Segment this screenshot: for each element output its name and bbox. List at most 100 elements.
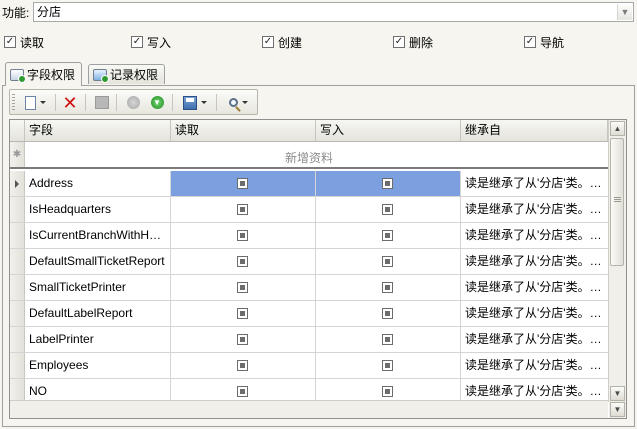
write-checkbox-icon[interactable] <box>382 359 393 371</box>
column-header-read[interactable]: 读取 <box>171 120 316 141</box>
row-indicator[interactable] <box>10 249 25 274</box>
tab-field-permissions[interactable]: 字段权限 <box>5 62 83 86</box>
field-cell[interactable]: Employees <box>25 353 171 378</box>
write-cell[interactable] <box>316 223 461 248</box>
field-cell[interactable]: Address <box>25 171 171 196</box>
write-checkbox-icon[interactable] <box>382 385 393 397</box>
row-indicator[interactable] <box>10 327 25 352</box>
inherit-cell[interactable]: 读是继承了从'分店'类。… <box>461 171 608 196</box>
read-checkbox-icon[interactable] <box>237 203 248 215</box>
row-indicator[interactable] <box>10 275 25 300</box>
inherit-cell[interactable]: 读是继承了从'分店'类。… <box>461 249 608 274</box>
column-header-inherit[interactable]: 继承自 <box>461 120 608 141</box>
write-cell[interactable] <box>316 275 461 300</box>
write-cell[interactable] <box>316 353 461 378</box>
dropdown-arrow-icon[interactable] <box>241 101 248 104</box>
table-row[interactable]: IsHeadquarters 读是继承了从'分店'类。… <box>10 197 608 223</box>
inherit-cell[interactable]: 读是继承了从'分店'类。… <box>461 223 608 248</box>
toolbar-grip[interactable] <box>12 94 15 111</box>
write-checkbox-icon[interactable] <box>382 281 393 293</box>
field-cell[interactable]: IsCurrentBranchWithH… <box>25 223 171 248</box>
table-row[interactable]: DefaultSmallTicketReport 读是继承了从'分店'类。… <box>10 249 608 275</box>
read-checkbox[interactable]: ✓ 读取 <box>4 34 44 50</box>
read-checkbox-icon[interactable] <box>237 255 248 267</box>
read-cell[interactable] <box>171 249 316 274</box>
new-row-text[interactable]: 新增资料 <box>10 149 608 166</box>
table-row[interactable]: IsCurrentBranchWithH… 读是继承了从'分店'类。… <box>10 223 608 249</box>
inherit-cell[interactable]: 读是继承了从'分店'类。… <box>461 197 608 222</box>
table-row[interactable]: LabelPrinter 读是继承了从'分店'类。… <box>10 327 608 353</box>
write-checkbox-icon[interactable] <box>382 177 393 189</box>
search-button[interactable] <box>222 93 254 112</box>
scroll-down-icon[interactable]: ▼ <box>610 386 625 401</box>
create-checkbox[interactable]: ✓ 创建 <box>262 34 302 50</box>
field-cell[interactable]: IsHeadquarters <box>25 197 171 222</box>
row-indicator[interactable] <box>10 301 25 326</box>
dropdown-arrow-icon[interactable] <box>201 101 207 104</box>
read-checkbox-icon[interactable] <box>237 359 248 371</box>
read-checkbox-icon[interactable] <box>237 307 248 319</box>
column-header-write[interactable]: 写入 <box>316 120 461 141</box>
field-cell[interactable]: SmallTicketPrinter <box>25 275 171 300</box>
inherit-cell[interactable]: 读是继承了从'分店'类。… <box>461 301 608 326</box>
read-cell[interactable] <box>171 275 316 300</box>
row-indicator[interactable] <box>10 197 25 222</box>
column-header-field[interactable]: 字段 <box>25 120 171 141</box>
scroll-down-icon[interactable]: ▼ <box>610 402 625 417</box>
read-cell[interactable] <box>171 327 316 352</box>
checkmark-icon[interactable]: ✓ <box>393 36 405 48</box>
inherit-cell[interactable]: 读是继承了从'分店'类。… <box>461 327 608 352</box>
read-checkbox-icon[interactable] <box>237 385 248 397</box>
field-cell[interactable]: DefaultLabelReport <box>25 301 171 326</box>
write-cell[interactable] <box>316 249 461 274</box>
write-cell[interactable] <box>316 197 461 222</box>
chevron-down-icon[interactable]: ▼ <box>617 4 632 20</box>
read-checkbox-icon[interactable] <box>237 281 248 293</box>
read-cell[interactable] <box>171 223 316 248</box>
read-checkbox-icon[interactable] <box>237 177 248 189</box>
checkmark-icon[interactable]: ✓ <box>4 36 16 48</box>
checkmark-icon[interactable]: ✓ <box>524 36 536 48</box>
delete-button[interactable]: ✕ <box>60 93 80 112</box>
write-checkbox-icon[interactable] <box>382 255 393 267</box>
download-button[interactable]: ▼ <box>148 93 166 112</box>
read-cell[interactable] <box>171 197 316 222</box>
delete-checkbox[interactable]: ✓ 删除 <box>393 34 433 50</box>
horizontal-scrollbar[interactable] <box>10 400 608 418</box>
write-checkbox[interactable]: ✓ 写入 <box>131 34 171 50</box>
checkmark-icon[interactable]: ✓ <box>262 36 274 48</box>
read-cell[interactable] <box>171 301 316 326</box>
table-row[interactable]: Employees 读是继承了从'分店'类。… <box>10 353 608 379</box>
checkmark-icon[interactable]: ✓ <box>131 36 143 48</box>
write-checkbox-icon[interactable] <box>382 307 393 319</box>
field-cell[interactable]: DefaultSmallTicketReport <box>25 249 171 274</box>
row-indicator[interactable] <box>10 223 25 248</box>
table-row[interactable]: SmallTicketPrinter 读是继承了从'分店'类。… <box>10 275 608 301</box>
write-cell[interactable] <box>316 171 461 196</box>
write-cell[interactable] <box>316 301 461 326</box>
scroll-thumb[interactable] <box>610 138 624 266</box>
circle-button[interactable] <box>124 93 142 112</box>
read-cell[interactable] <box>171 171 316 196</box>
table-row[interactable]: Address 读是继承了从'分店'类。… <box>10 171 608 197</box>
vertical-scrollbar[interactable]: ▲ ▼ <box>608 120 626 402</box>
table-row[interactable]: DefaultLabelReport 读是继承了从'分店'类。… <box>10 301 608 327</box>
row-indicator[interactable] <box>10 353 25 378</box>
scroll-up-icon[interactable]: ▲ <box>610 121 625 136</box>
write-checkbox-icon[interactable] <box>382 229 393 241</box>
tab-record-permissions[interactable]: 记录权限 <box>88 64 166 84</box>
function-combobox[interactable]: 分店 ▼ <box>33 2 634 22</box>
write-checkbox-icon[interactable] <box>382 333 393 345</box>
read-cell[interactable] <box>171 353 316 378</box>
field-cell[interactable]: LabelPrinter <box>25 327 171 352</box>
row-indicator[interactable] <box>10 171 25 196</box>
write-cell[interactable] <box>316 327 461 352</box>
export-button[interactable] <box>178 93 212 112</box>
dropdown-arrow-icon[interactable] <box>39 101 46 104</box>
read-checkbox-icon[interactable] <box>237 333 248 345</box>
read-checkbox-icon[interactable] <box>237 229 248 241</box>
navigate-checkbox[interactable]: ✓ 导航 <box>524 34 564 50</box>
inherit-cell[interactable]: 读是继承了从'分店'类。… <box>461 275 608 300</box>
new-row[interactable]: ✱ 新增资料 <box>10 142 608 169</box>
save-button[interactable] <box>92 93 112 112</box>
